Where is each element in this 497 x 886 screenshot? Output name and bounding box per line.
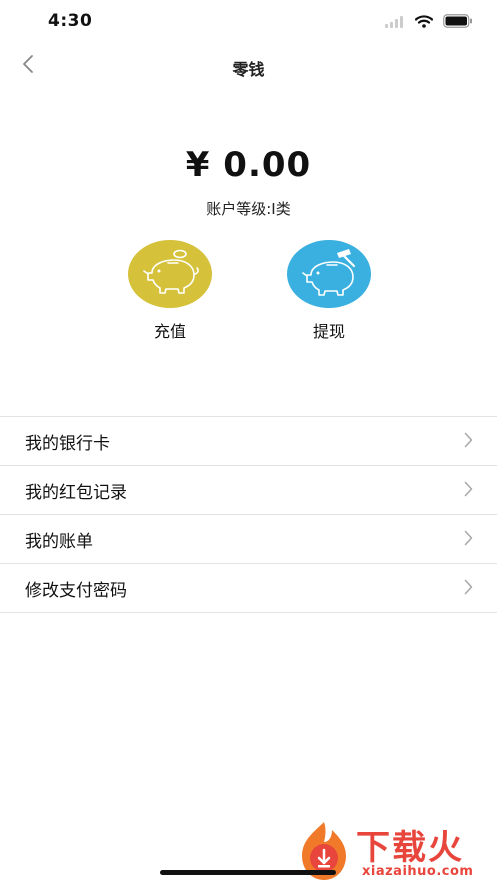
menu-list: 我的银行卡 我的红包记录 我的账单 修改支付密码	[0, 416, 497, 613]
withdraw-icon-circle	[287, 240, 371, 308]
menu-item-my-bills[interactable]: 我的账单	[0, 515, 497, 564]
nav-bar: 零钱	[0, 44, 497, 88]
home-indicator[interactable]	[160, 870, 336, 875]
piggy-bank-coin-icon	[138, 247, 202, 301]
withdraw-label: 提现	[312, 322, 345, 341]
menu-item-change-pay-password[interactable]: 修改支付密码	[0, 564, 497, 613]
status-time: 4:30	[48, 11, 93, 31]
flame-logo-icon	[292, 818, 356, 886]
chevron-right-icon	[464, 579, 473, 599]
watermark-text: 下载火	[356, 828, 464, 868]
menu-item-red-packet-records[interactable]: 我的红包记录	[0, 466, 497, 515]
chevron-right-icon	[464, 481, 473, 501]
piggy-bank-hammer-icon	[297, 247, 361, 301]
menu-item-bank-cards[interactable]: 我的银行卡	[0, 417, 497, 466]
menu-item-label: 我的账单	[25, 531, 93, 552]
chevron-right-icon	[464, 530, 473, 550]
balance-amount: ¥ 0.00	[185, 145, 312, 185]
recharge-button[interactable]: 充值	[128, 240, 212, 342]
status-icons	[385, 13, 473, 32]
recharge-label: 充值	[153, 322, 186, 341]
menu-item-label: 修改支付密码	[25, 580, 127, 601]
watermark-subtext: xiazaihuo.com	[362, 864, 474, 879]
status-bar: 4:30	[0, 0, 497, 44]
chevron-right-icon	[464, 432, 473, 452]
wifi-icon	[414, 13, 434, 32]
menu-item-label: 我的银行卡	[25, 433, 110, 454]
withdraw-button[interactable]: 提现	[287, 240, 371, 342]
signal-icon	[385, 13, 405, 32]
account-level: 账户等级:I类	[206, 200, 291, 218]
recharge-icon-circle	[128, 240, 212, 308]
page-title: 零钱	[232, 60, 265, 79]
battery-icon	[443, 13, 473, 32]
menu-item-label: 我的红包记录	[25, 482, 127, 503]
